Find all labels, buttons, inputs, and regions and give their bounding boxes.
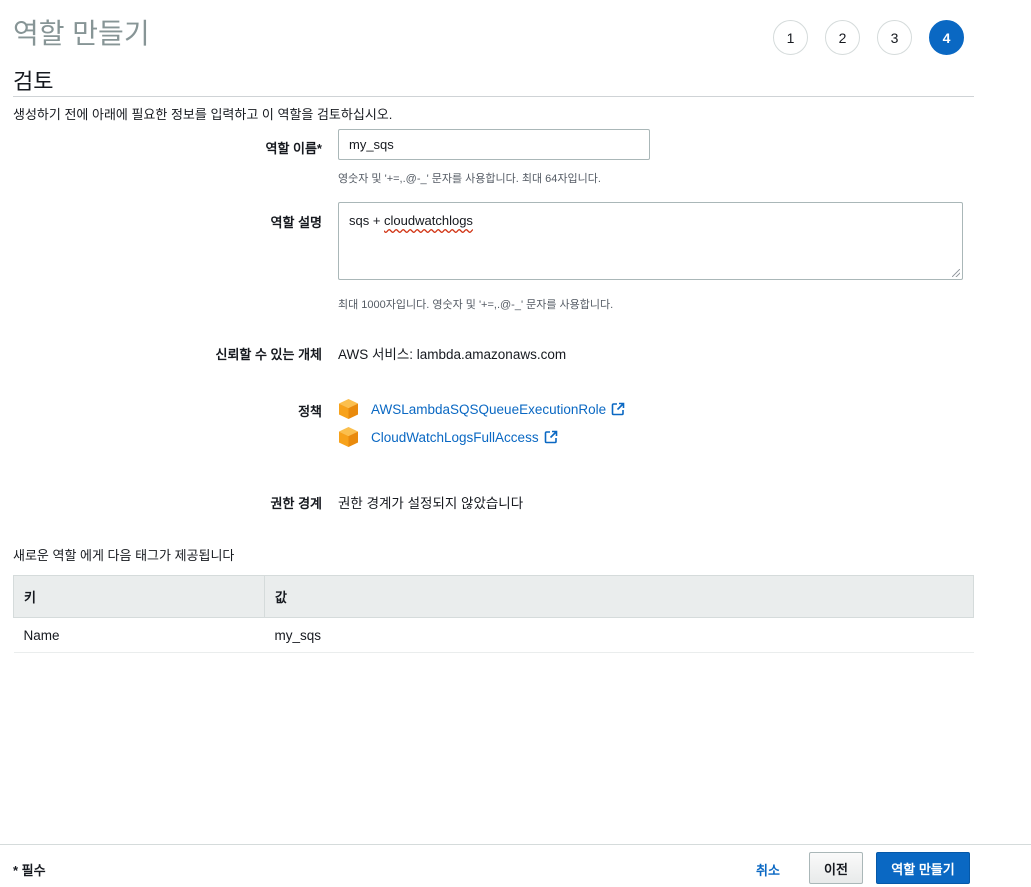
section-title: 검토 <box>13 69 54 94</box>
table-header-row: 키 값 <box>13 575 974 618</box>
step-4-current: 4 <box>929 20 964 55</box>
description-text: sqs + <box>349 213 385 228</box>
role-description-label: 역할 설명 <box>270 215 322 230</box>
aws-package-icon <box>339 399 358 419</box>
cancel-link[interactable]: 취소 <box>756 860 780 879</box>
intro-text: 생성하기 전에 아래에 필요한 정보를 입력하고 이 역할을 검토하십시오. <box>13 107 393 122</box>
policies-label: 정책 <box>298 404 322 419</box>
tags-table: 키 값 Name my_sqs <box>13 575 974 653</box>
tag-key-cell: Name <box>13 617 265 653</box>
tag-value-cell: my_sqs <box>264 617 974 653</box>
tags-note: 새로운 역할 에게 다음 태그가 제공됩니다 <box>13 548 235 563</box>
column-header-value: 값 <box>264 575 974 618</box>
step-1[interactable]: 1 <box>773 20 808 55</box>
wizard-steps: 1 2 3 4 <box>773 20 964 55</box>
role-name-input[interactable] <box>338 129 650 160</box>
trusted-entity-value: AWS 서비스: lambda.amazonaws.com <box>338 347 567 362</box>
resize-grip-icon[interactable] <box>952 269 960 277</box>
permissions-boundary-value: 권한 경계가 설정되지 않았습니다 <box>338 496 524 511</box>
role-description-textarea[interactable]: sqs + cloudwatchlogs <box>338 202 963 280</box>
external-link-icon[interactable] <box>544 430 558 444</box>
role-description-hint: 최대 1000자입니다. 영숫자 및 '+=,.@-_' 문자를 사용합니다. <box>338 299 614 311</box>
column-header-key: 키 <box>13 575 265 618</box>
step-3[interactable]: 3 <box>877 20 912 55</box>
trusted-entity-label: 신뢰할 수 있는 개체 <box>215 347 322 362</box>
external-link-icon[interactable] <box>611 402 625 416</box>
policy-item: CloudWatchLogsFullAccess <box>338 426 558 448</box>
policy-link-cloudwatchlogsfullaccess[interactable]: CloudWatchLogsFullAccess <box>371 430 539 445</box>
previous-button[interactable]: 이전 <box>809 852 863 884</box>
step-2[interactable]: 2 <box>825 20 860 55</box>
policy-item: AWSLambdaSQSQueueExecutionRole <box>338 398 625 420</box>
required-note: * 필수 <box>13 863 46 878</box>
permissions-boundary-label: 권한 경계 <box>270 496 322 511</box>
policy-link-awslambdasqsqueueexecutionrole[interactable]: AWSLambdaSQSQueueExecutionRole <box>371 402 606 417</box>
section-divider <box>13 96 974 97</box>
create-role-button[interactable]: 역할 만들기 <box>876 852 970 884</box>
page-title: 역할 만들기 <box>13 18 150 49</box>
role-name-label: 역할 이름* <box>265 141 322 156</box>
footer-divider <box>0 844 1031 845</box>
description-misspelled-word: cloudwatchlogs <box>384 213 473 228</box>
aws-package-icon <box>339 427 358 447</box>
role-name-hint: 영숫자 및 '+=,.@-_' 문자를 사용합니다. 최대 64자입니다. <box>338 173 601 185</box>
table-row: Name my_sqs <box>13 617 974 653</box>
